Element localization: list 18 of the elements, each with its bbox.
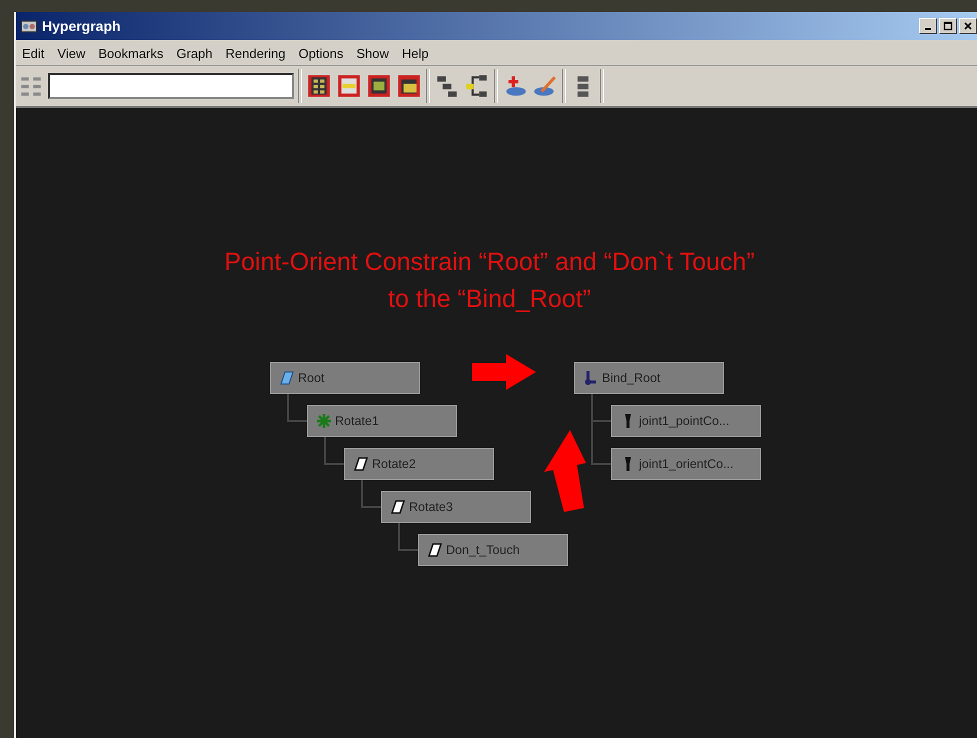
- menu-item[interactable]: Edit: [22, 46, 44, 61]
- graph-node[interactable]: Bind_Root: [574, 362, 724, 394]
- menu-item[interactable]: Show: [356, 46, 389, 61]
- window-title: Hypergraph: [42, 18, 122, 34]
- graph-node[interactable]: joint1_orientCo...: [611, 448, 761, 480]
- menu-item[interactable]: Graph: [176, 46, 213, 61]
- menu-item[interactable]: Options: [298, 46, 344, 61]
- graph-node[interactable]: Root: [270, 362, 420, 394]
- menu-item[interactable]: Rendering: [226, 46, 286, 61]
- graph-node[interactable]: joint1_pointCo...: [611, 405, 761, 437]
- graph-node[interactable]: Rotate3: [381, 491, 531, 523]
- menu-item[interactable]: Bookmarks: [98, 46, 164, 61]
- menu-item[interactable]: Help: [402, 46, 429, 61]
- menu-item[interactable]: View: [57, 46, 86, 61]
- graph-node[interactable]: Rotate1: [307, 405, 457, 437]
- graph-node[interactable]: Don_t_Touch: [418, 534, 568, 566]
- graph-node[interactable]: Rotate2: [344, 448, 494, 480]
- annotation-text: Point-Orient Constrain “Root” and “Don`t Touch” to the “Bind_Root”: [223, 247, 756, 315]
